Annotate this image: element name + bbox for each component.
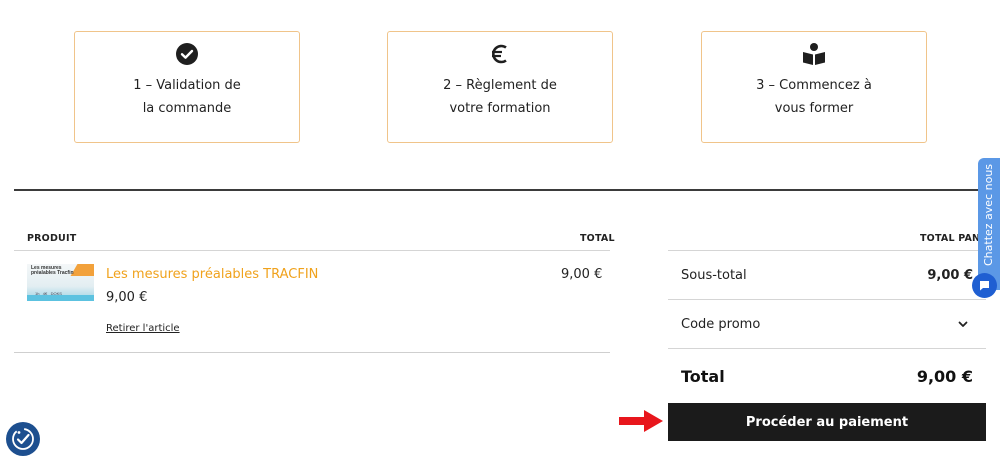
accessibility-button[interactable]	[6, 422, 40, 456]
chat-bubble-button[interactable]	[972, 273, 997, 298]
reader-icon	[702, 42, 926, 66]
euro-icon	[388, 42, 612, 66]
step-card-validation: 1 – Validation de la commande	[74, 31, 300, 143]
step-label: 1 – Validation de la commande	[133, 78, 241, 116]
section-divider	[14, 189, 1000, 191]
table-header-rule	[14, 250, 610, 251]
product-name-link[interactable]: Les mesures préalables TRACFIN	[106, 267, 318, 282]
chat-tab[interactable]: Chattez avec nous	[978, 158, 1000, 290]
arrow-right-icon	[619, 410, 663, 432]
check-circle-icon	[75, 42, 299, 66]
chat-tab-label: Chattez avec nous	[982, 163, 995, 266]
thumbnail-bar	[27, 295, 94, 301]
step-label: 2 – Règlement de votre formation	[443, 78, 557, 116]
summary-header-rule	[668, 250, 986, 251]
total-label: Total	[681, 367, 725, 386]
subtotal-label: Sous-total	[681, 268, 747, 283]
promo-rule	[668, 348, 986, 349]
column-header-total: TOTAL	[580, 233, 615, 244]
step-card-payment: 2 – Règlement de votre formation	[387, 31, 613, 143]
product-price: 9,00 €	[106, 290, 148, 305]
table-row-rule	[14, 352, 610, 353]
product-thumbnail[interactable]: Les mesures préalables Tracfin 1h 4€ DOK…	[27, 264, 94, 301]
promo-code-toggle[interactable]: Code promo	[681, 317, 760, 332]
step-card-training: 3 – Commencez à vous former	[701, 31, 927, 143]
product-line-total: 9,00 €	[561, 267, 603, 282]
chat-icon	[980, 281, 989, 291]
total-value: 9,00 €	[916, 367, 973, 386]
step-label: 3 – Commencez à vous former	[756, 78, 872, 116]
chevron-down-icon[interactable]	[957, 318, 969, 330]
checkout-button[interactable]: Procéder au paiement	[668, 403, 986, 441]
remove-item-link[interactable]: Retirer l'article	[106, 323, 180, 334]
column-header-product: PRODUIT	[27, 233, 77, 244]
subtotal-value: 9,00 €	[927, 268, 973, 283]
thumbnail-title: Les mesures préalables Tracfin	[31, 265, 74, 276]
subtotal-rule	[668, 299, 986, 300]
accessibility-icon	[12, 428, 34, 450]
